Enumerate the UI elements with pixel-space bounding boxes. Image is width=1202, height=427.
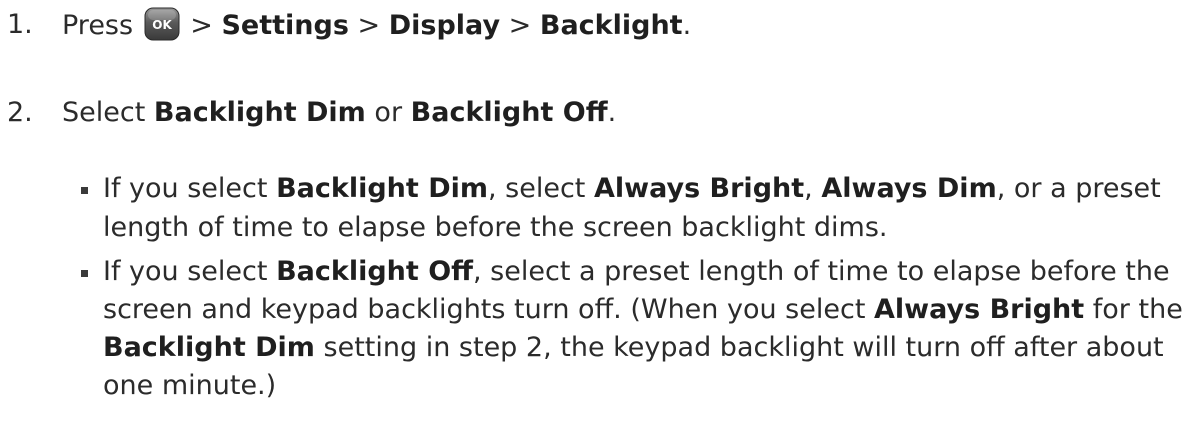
always-bright-label: Always Bright [593,173,805,204]
bullet-icon [81,270,88,277]
backlight-off-label: Backlight Off [276,256,474,287]
step-1-number: 1. [7,9,33,40]
ok-key-icon: OK [144,7,180,41]
step-2-number: 2. [7,97,33,128]
for-the-text: for the [1092,294,1183,325]
display-label: Display [388,10,501,41]
bullet-1-line-1: If you select Backlight Dim, select Alwa… [103,171,1161,207]
separator: > [357,10,381,41]
settings-label: Settings [221,10,349,41]
instruction-page: 1. Press OK > Settings > Display > Backl… [0,0,1202,427]
bullet-icon [81,187,88,194]
comma: , [804,173,813,204]
backlight-dim-label: Backlight Dim [103,332,315,363]
bullet-2-line-3: Backlight Dim setting in step 2, the key… [103,330,1164,366]
period: . [682,10,692,41]
press-text: Press [62,10,134,41]
if-you-select-text: If you select [103,256,268,287]
bullet-1-line-2: length of time to elapse before the scre… [103,212,888,243]
if-you-select-text: If you select [103,173,268,204]
separator: > [190,10,213,41]
step-2: 2. Select Backlight Dim or Backlight Off… [0,95,1202,131]
text-tail: , or a preset [996,173,1161,204]
text-tail: , select a preset length of time to elap… [473,256,1170,287]
text-head: screen and keypad backlights turn off. (… [103,294,866,325]
bullet-2-line-2: screen and keypad backlights turn off. (… [103,292,1183,328]
step-2-text: Select Backlight Dim or Backlight Off. [62,95,616,131]
text-tail: setting in step 2, the keypad backlight … [323,332,1164,363]
bullet-2-line-4: one minute.) [103,370,277,401]
backlight-dim-label: Backlight Dim [276,173,488,204]
step-1: 1. Press OK > Settings > Display > Backl… [0,7,1202,43]
always-bright-label: Always Bright [874,294,1085,325]
always-dim-label: Always Dim [821,173,997,204]
ok-key-label: OK [152,18,172,32]
step-1-text: Press OK > Settings > Display > Backligh… [62,7,691,44]
backlight-off-label: Backlight Off [410,97,608,128]
bullet-2-line-1: If you select Backlight Off, select a pr… [103,254,1170,290]
select-text: Select [62,97,146,128]
backlight-label: Backlight [539,10,683,41]
backlight-dim-label: Backlight Dim [153,97,366,128]
select-text: , select [488,173,586,204]
separator: > [508,10,532,41]
period: . [607,97,617,128]
or-text: or [374,97,403,128]
